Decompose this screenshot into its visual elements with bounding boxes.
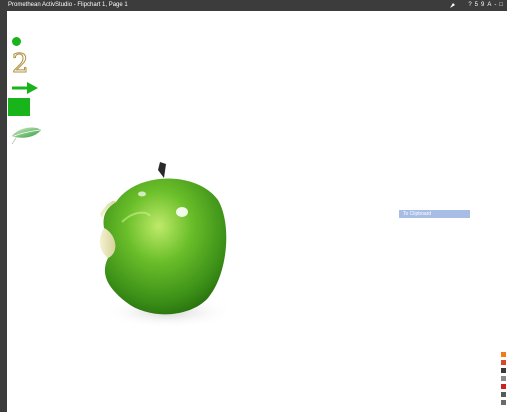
window-title: Promethean ActivStudio - Flipchart 1, Pa… — [8, 2, 128, 8]
settings-icon[interactable] — [501, 400, 506, 405]
window-controls: ? 5 9 A - □ — [449, 0, 503, 11]
circle-shape-icon[interactable] — [12, 37, 21, 46]
rectangle-shape-icon[interactable] — [8, 98, 30, 116]
arrow-right-icon[interactable] — [12, 82, 38, 94]
undo-icon[interactable] — [501, 376, 506, 381]
help-button[interactable]: ? — [468, 0, 471, 11]
right-tool-strip — [500, 350, 507, 412]
cursor-icon — [450, 3, 456, 8]
tools-icon[interactable] — [501, 392, 506, 397]
page-back-icon[interactable] — [501, 360, 506, 365]
maximize-button[interactable]: □ — [499, 0, 503, 11]
control-button-2[interactable]: 9 — [481, 0, 484, 11]
svg-text:2: 2 — [12, 49, 29, 76]
left-frame — [0, 11, 7, 412]
number-two-icon[interactable]: 2 — [11, 48, 30, 77]
control-button-1[interactable]: 5 — [475, 0, 478, 11]
leaf-icon[interactable] — [10, 124, 42, 146]
control-button-3[interactable]: A — [487, 0, 491, 11]
page-forward-icon[interactable] — [501, 368, 506, 373]
clear-icon[interactable] — [501, 384, 506, 389]
color-swatch-icon[interactable] — [501, 352, 506, 357]
minimize-button[interactable]: - — [494, 0, 496, 11]
title-bar: Promethean ActivStudio - Flipchart 1, Pa… — [0, 0, 507, 11]
to-clipboard-button[interactable]: To Clipboard — [399, 210, 470, 218]
apple-image[interactable] — [86, 162, 234, 328]
